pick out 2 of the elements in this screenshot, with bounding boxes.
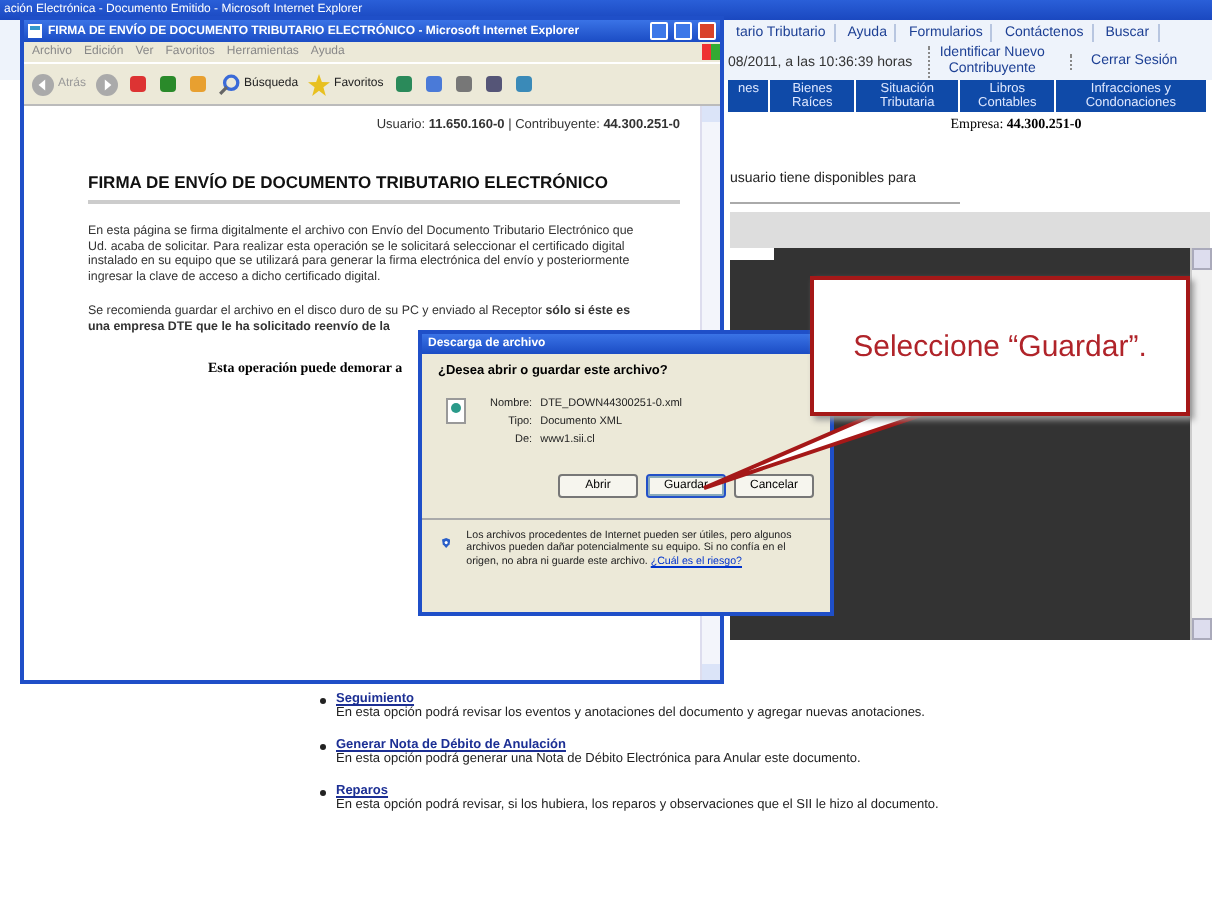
callout-text: Seleccione “Guardar”. — [853, 329, 1147, 363]
page-heading: FIRMA DE ENVÍO DE DOCUMENTO TRIBUTARIO ELECTRÓNICO — [88, 172, 680, 204]
